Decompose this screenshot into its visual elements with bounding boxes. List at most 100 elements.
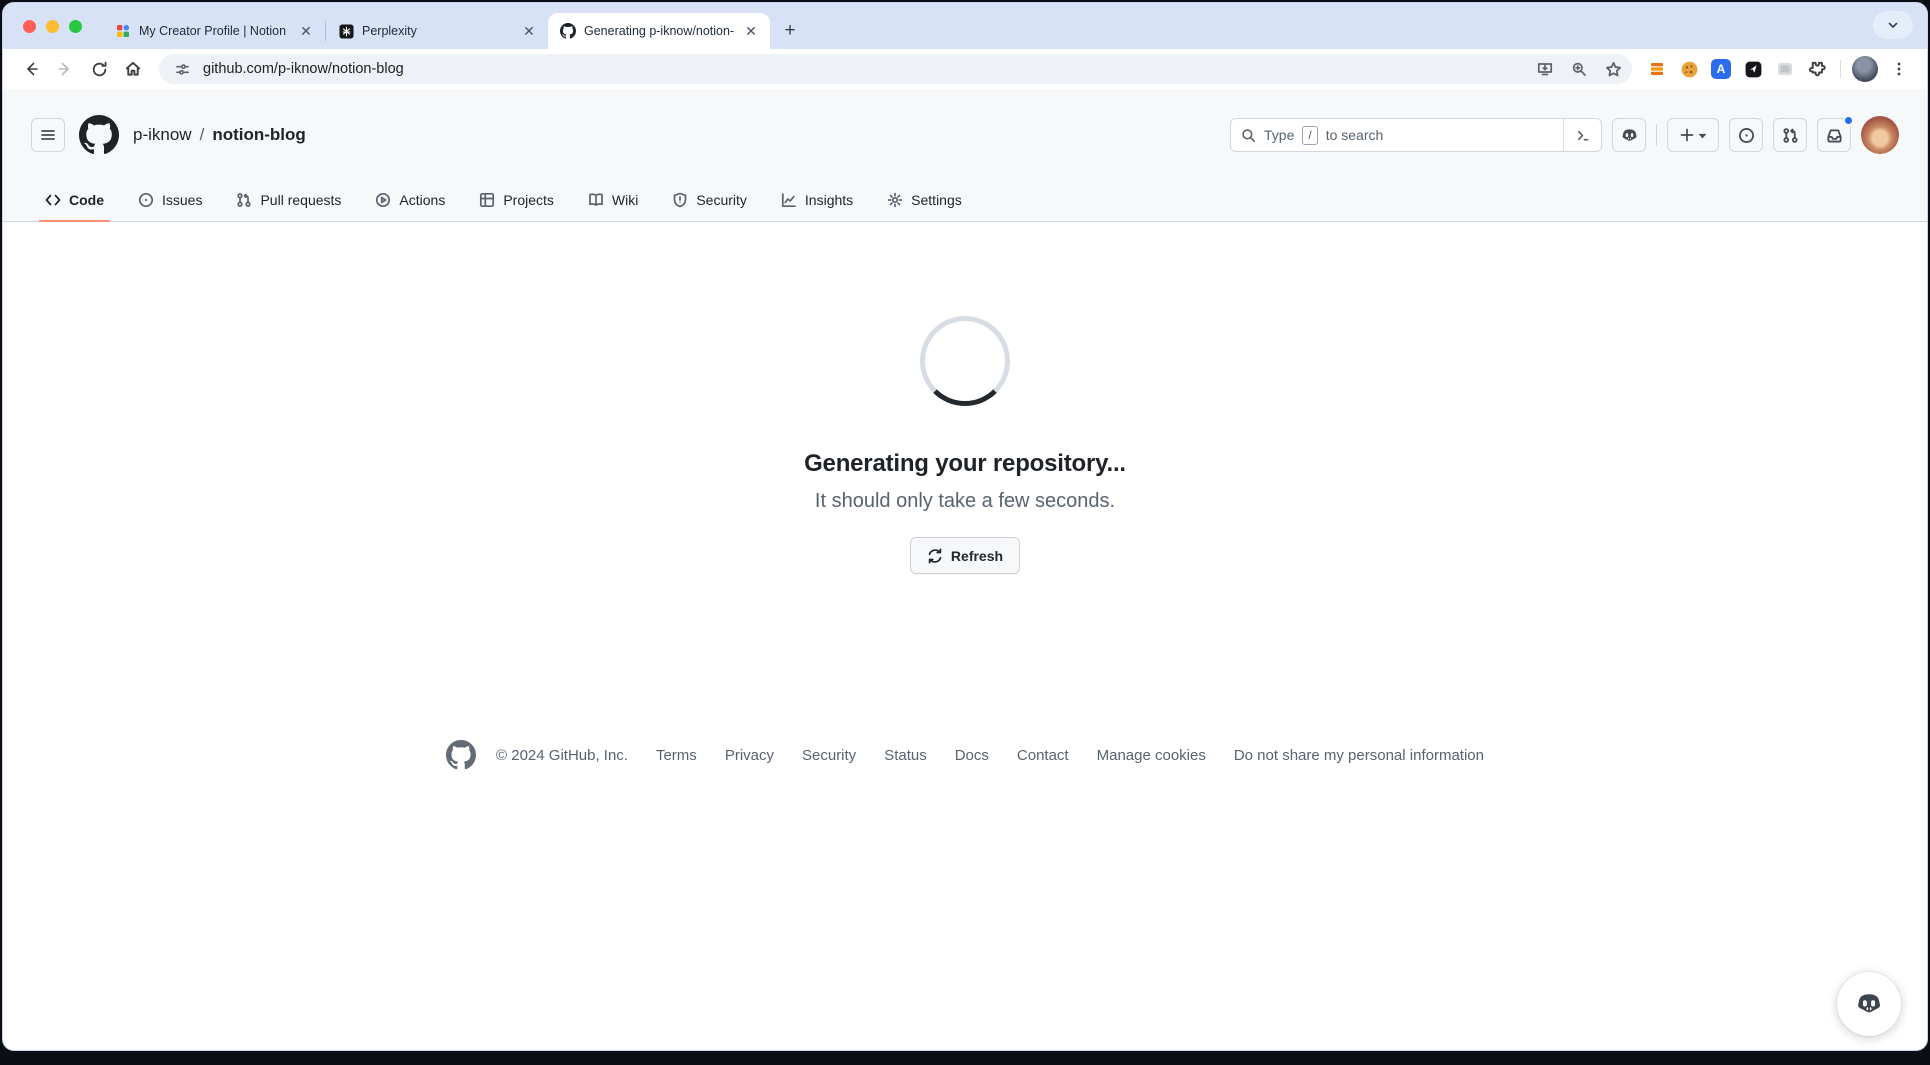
minimize-window-button[interactable]	[46, 20, 59, 33]
tab-title: My Creator Profile | Notion	[139, 24, 289, 38]
reload-icon[interactable]	[83, 53, 115, 85]
footer-link-terms[interactable]: Terms	[656, 747, 697, 764]
tab-label: Security	[696, 192, 747, 208]
slash-key-hint: /	[1302, 126, 1317, 145]
shield-icon	[672, 192, 688, 208]
breadcrumb-owner-link[interactable]: p-iknow	[133, 125, 192, 145]
tab-close-icon[interactable]: ✕	[742, 22, 760, 40]
tab-title: Perplexity	[362, 24, 512, 38]
footer-link-security[interactable]: Security	[802, 747, 856, 764]
tab-wiki[interactable]: Wiki	[574, 179, 652, 221]
tab-label: Insights	[805, 192, 853, 208]
tab-code[interactable]: Code	[31, 179, 118, 221]
issues-button[interactable]	[1729, 118, 1763, 152]
footer: © 2024 GitHub, Inc. Terms Privacy Securi…	[446, 740, 1484, 770]
tab-close-icon[interactable]: ✕	[520, 22, 538, 40]
chrome-menu-icon[interactable]	[1883, 53, 1915, 85]
inbox-button[interactable]	[1817, 118, 1851, 152]
hamburger-menu-button[interactable]	[31, 118, 65, 152]
tab-issues[interactable]: Issues	[124, 179, 216, 221]
pull-requests-button[interactable]	[1773, 118, 1807, 152]
footer-link-status[interactable]: Status	[884, 747, 927, 764]
tab-settings[interactable]: Settings	[873, 179, 976, 221]
repo-nav-tabs: Code Issues Pull requests Actions Projec…	[31, 179, 1899, 221]
zoom-window-button[interactable]	[69, 20, 82, 33]
tab-pull-requests[interactable]: Pull requests	[222, 179, 355, 221]
footer-github-logo-icon	[446, 740, 476, 770]
toolbar-divider	[1840, 60, 1841, 78]
back-icon[interactable]	[15, 53, 47, 85]
tab-close-icon[interactable]: ✕	[297, 22, 315, 40]
tab-actions[interactable]: Actions	[361, 179, 459, 221]
footer-link-docs[interactable]: Docs	[955, 747, 989, 764]
play-icon	[375, 192, 391, 208]
notion-favicon	[115, 23, 131, 39]
github-favicon	[560, 23, 576, 39]
forward-icon[interactable]	[49, 53, 81, 85]
tab-label: Wiki	[612, 192, 638, 208]
browser-toolbar: github.com/p-iknow/notion-blog A	[3, 49, 1927, 89]
tab-label: Issues	[162, 192, 202, 208]
copilot-button[interactable]	[1612, 118, 1646, 152]
breadcrumb-repo-link[interactable]: notion-blog	[212, 125, 305, 145]
tab-projects[interactable]: Projects	[465, 179, 568, 221]
command-palette-icon[interactable]	[1563, 119, 1601, 151]
tab-notion[interactable]: My Creator Profile | Notion ✕	[103, 13, 325, 49]
tab-github-active[interactable]: Generating p-iknow/notion-b ✕	[548, 13, 770, 49]
address-bar[interactable]: github.com/p-iknow/notion-blog	[159, 54, 1632, 84]
zoom-icon[interactable]	[1566, 56, 1592, 82]
global-search-input[interactable]: Type / to search	[1230, 118, 1602, 152]
github-logo-icon[interactable]	[79, 115, 119, 155]
refresh-label: Refresh	[951, 548, 1003, 564]
breadcrumb: p-iknow / notion-blog	[133, 125, 306, 145]
copilot-icon	[1854, 989, 1884, 1019]
git-pull-request-icon	[236, 192, 252, 208]
page-title: Generating your repository...	[804, 450, 1126, 478]
tab-insights[interactable]: Insights	[767, 179, 867, 221]
search-placeholder-pre: Type	[1264, 127, 1294, 143]
code-icon	[45, 192, 61, 208]
book-icon	[588, 192, 604, 208]
install-app-icon[interactable]	[1532, 56, 1558, 82]
extensions-puzzle-icon[interactable]	[1802, 54, 1832, 84]
page-subtitle: It should only take a few seconds.	[815, 490, 1115, 513]
tab-strip: My Creator Profile | Notion ✕ Perplexity…	[3, 3, 1927, 49]
chrome-profile-avatar[interactable]	[1849, 53, 1881, 85]
issue-opened-icon	[138, 192, 154, 208]
main-content: Generating your repository... It should …	[3, 222, 1927, 1050]
tab-security[interactable]: Security	[658, 179, 761, 221]
sync-icon	[927, 548, 943, 564]
notification-dot	[1843, 115, 1854, 126]
table-icon	[479, 192, 495, 208]
create-new-button[interactable]	[1667, 118, 1719, 152]
extension-cookie-icon[interactable]	[1674, 54, 1704, 84]
browser-window: My Creator Profile | Notion ✕ Perplexity…	[2, 2, 1928, 1051]
footer-link-contact[interactable]: Contact	[1017, 747, 1069, 764]
site-settings-icon[interactable]	[169, 56, 195, 82]
extension-translate-icon[interactable]: A	[1706, 54, 1736, 84]
extension-inactive-icon[interactable]	[1770, 54, 1800, 84]
footer-link-do-not-share[interactable]: Do not share my personal information	[1234, 747, 1484, 764]
graph-icon	[781, 192, 797, 208]
bookmark-star-icon[interactable]	[1600, 56, 1626, 82]
extension-send-icon[interactable]	[1738, 54, 1768, 84]
extension-reading-list-icon[interactable]	[1642, 54, 1672, 84]
copilot-fab-button[interactable]	[1837, 972, 1901, 1036]
tab-label: Pull requests	[260, 192, 341, 208]
github-header-row: p-iknow / notion-blog Type / to search	[31, 105, 1899, 165]
github-header: p-iknow / notion-blog Type / to search	[3, 89, 1927, 222]
footer-link-manage-cookies[interactable]: Manage cookies	[1097, 747, 1206, 764]
home-icon[interactable]	[117, 53, 149, 85]
tab-search-chevron-button[interactable]	[1873, 11, 1913, 39]
browser-tabs: My Creator Profile | Notion ✕ Perplexity…	[103, 3, 804, 49]
refresh-button[interactable]: Refresh	[910, 537, 1020, 574]
github-user-avatar[interactable]	[1861, 116, 1899, 154]
close-window-button[interactable]	[23, 20, 36, 33]
github-header-controls: Type / to search	[1230, 116, 1899, 154]
tab-perplexity[interactable]: Perplexity ✕	[326, 13, 548, 49]
url-text[interactable]: github.com/p-iknow/notion-blog	[203, 61, 1524, 77]
breadcrumb-separator: /	[200, 125, 205, 145]
new-tab-button[interactable]: +	[776, 17, 804, 45]
footer-link-privacy[interactable]: Privacy	[725, 747, 774, 764]
gear-icon	[887, 192, 903, 208]
